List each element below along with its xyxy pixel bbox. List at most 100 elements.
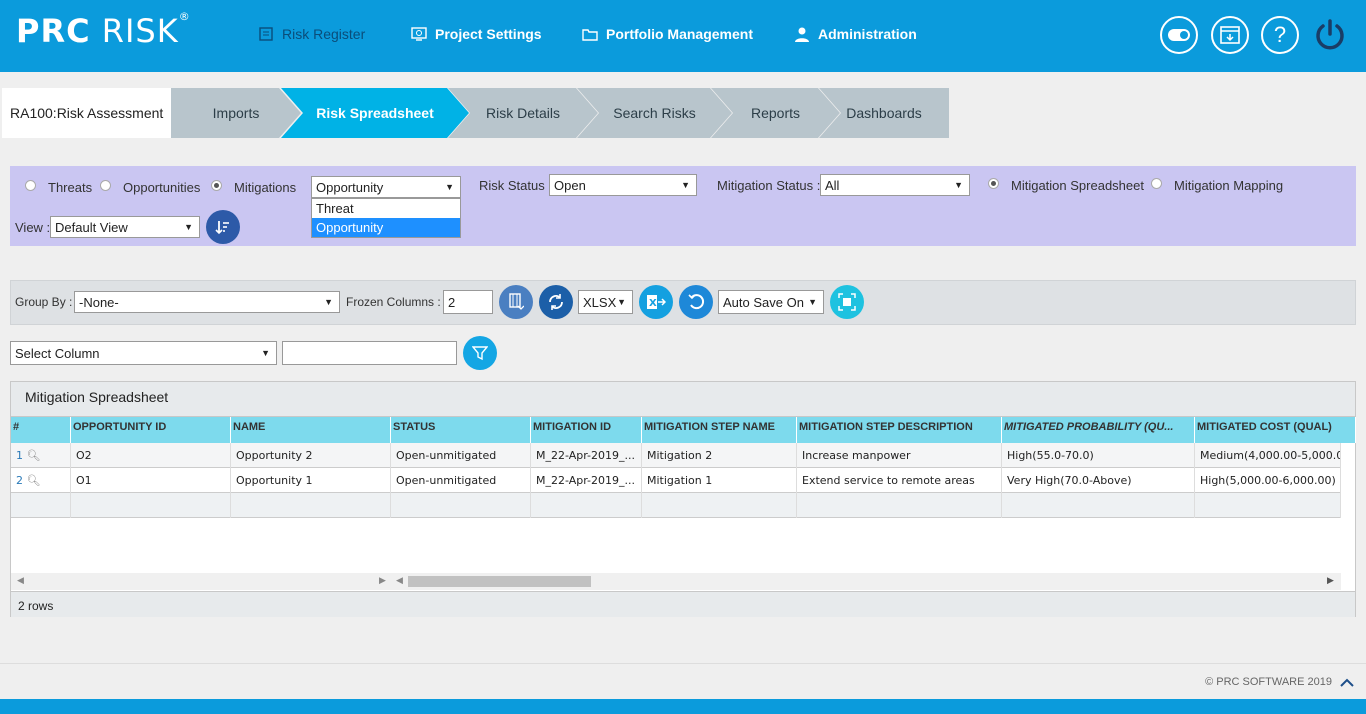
opportunity-id-cell[interactable]: O2 <box>71 443 231 468</box>
nav-project-settings[interactable]: Project Settings <box>411 26 542 42</box>
nav-label: Project Settings <box>435 26 542 42</box>
columns-icon <box>509 293 524 310</box>
mitigated-probability-cell[interactable]: Very High(70.0-Above) <box>1002 468 1195 493</box>
risk-type-select[interactable]: Opportunity ▼ <box>311 176 461 198</box>
scroll-left-icon: ◀ <box>17 575 24 585</box>
radio-mitigation-mapping[interactable] <box>1151 178 1162 189</box>
status-cell[interactable]: Open-unmitigated <box>391 443 531 468</box>
column-header-name[interactable]: NAME <box>231 417 391 443</box>
tab-risk-spreadsheet[interactable]: Risk Spreadsheet <box>281 88 469 138</box>
radio-mitigations[interactable] <box>211 180 222 191</box>
mitigated-probability-cell[interactable]: High(55.0-70.0) <box>1002 443 1195 468</box>
chevron-down-icon: ▼ <box>954 180 963 190</box>
radio-threats[interactable] <box>25 180 36 191</box>
chevron-down-icon: ▼ <box>324 297 333 307</box>
frozen-columns-label: Frozen Columns : <box>346 295 441 309</box>
name-cell[interactable]: Opportunity 1 <box>231 468 391 493</box>
dropdown-option-opportunity[interactable]: Opportunity <box>312 218 460 237</box>
horizontal-scrollbar[interactable]: ◀ ▶ ◀ ▶ <box>11 573 1341 590</box>
chevron-down-icon: ▼ <box>617 297 626 307</box>
table-row[interactable]: 1 🔍︎ O2 Opportunity 2 Open-unmitigated M… <box>11 443 1341 468</box>
dropdown-option-threat[interactable]: Threat <box>312 199 460 218</box>
help-icon[interactable]: ? <box>1261 16 1299 54</box>
filter-icon <box>472 346 488 361</box>
mitigated-cost-cell[interactable]: Medium(4,000.00-5,000.00 <box>1195 443 1341 468</box>
risk-type-dropdown-list: Threat Opportunity <box>311 198 461 238</box>
reset-button[interactable] <box>679 285 713 319</box>
group-by-label: Group By : <box>15 295 73 309</box>
excel-export-icon: X <box>647 295 666 309</box>
column-filter-input[interactable] <box>282 341 457 365</box>
row-number-cell[interactable]: 1 🔍︎ <box>11 443 71 468</box>
column-chooser-button[interactable] <box>499 285 533 319</box>
power-icon[interactable] <box>1311 16 1349 54</box>
mitigation-step-name-cell[interactable]: Mitigation 2 <box>642 443 797 468</box>
export-format-select[interactable]: XLSX ▼ <box>578 290 633 314</box>
status-cell[interactable]: Open-unmitigated <box>391 468 531 493</box>
mitigation-status-select[interactable]: All ▼ <box>820 174 970 196</box>
column-header-mitigation-step-name[interactable]: MITIGATION STEP NAME <box>642 417 797 443</box>
settings-monitor-icon <box>411 27 427 41</box>
svg-text:X: X <box>649 298 657 309</box>
risk-status-select[interactable]: Open ▼ <box>549 174 697 196</box>
grid-title: Mitigation Spreadsheet <box>11 382 1355 417</box>
chevron-down-icon: ▼ <box>808 297 817 307</box>
nav-portfolio-management[interactable]: Portfolio Management <box>582 26 753 42</box>
nav-risk-register[interactable]: Risk Register <box>258 26 365 42</box>
chevron-down-icon: ▼ <box>445 182 454 192</box>
scrollbar-thumb[interactable] <box>408 576 591 587</box>
magnifier-icon: 🔍︎ <box>26 474 41 487</box>
fit-columns-button[interactable] <box>830 285 864 319</box>
apply-filter-button[interactable] <box>463 336 497 370</box>
table-row-empty <box>11 493 1341 518</box>
chevron-down-icon: ▼ <box>184 222 193 232</box>
mitigated-cost-cell[interactable]: High(5,000.00-6,000.00) <box>1195 468 1341 493</box>
column-header-number[interactable]: # <box>11 417 71 443</box>
table-row[interactable]: 2 🔍︎ O1 Opportunity 1 Open-unmitigated M… <box>11 468 1341 493</box>
scroll-to-top-icon[interactable] <box>1340 674 1354 692</box>
scroll-left-icon: ◀ <box>396 575 403 585</box>
column-header-mitigation-id[interactable]: MITIGATION ID <box>531 417 642 443</box>
tab-search-risks[interactable]: Search Risks <box>577 88 732 138</box>
toggle-icon[interactable] <box>1160 16 1198 54</box>
tab-imports[interactable]: Imports <box>171 88 301 138</box>
export-excel-button[interactable]: X <box>639 285 673 319</box>
tab-risk-details[interactable]: Risk Details <box>448 88 598 138</box>
mitigation-id-cell[interactable]: M_22-Apr-2019_... <box>531 468 642 493</box>
radio-opportunities[interactable] <box>100 180 111 191</box>
select-column-dropdown[interactable]: Select Column ▼ <box>10 341 277 365</box>
refresh-icon <box>549 294 563 310</box>
auto-save-select[interactable]: Auto Save On ▼ <box>718 290 824 314</box>
nav-administration[interactable]: Administration <box>794 26 917 42</box>
group-by-select[interactable]: -None- ▼ <box>74 291 340 313</box>
grid-row-count: 2 rows <box>11 591 1355 617</box>
mitigation-step-name-cell[interactable]: Mitigation 1 <box>642 468 797 493</box>
window-icon[interactable] <box>1211 16 1249 54</box>
copyright-text: © PRC SOFTWARE 2019 <box>1205 676 1332 688</box>
sort-view-button[interactable] <box>206 210 240 244</box>
column-header-mitigated-cost[interactable]: MITIGATED COST (QUAL) <box>1195 417 1356 443</box>
mitigation-step-description-cell[interactable]: Extend service to remote areas <box>797 468 1002 493</box>
mitigation-id-cell[interactable]: M_22-Apr-2019_... <box>531 443 642 468</box>
row-number-cell[interactable]: 2 🔍︎ <box>11 468 71 493</box>
column-header-opportunity-id[interactable]: OPPORTUNITY ID <box>71 417 231 443</box>
column-header-mitigated-probability[interactable]: MITIGATED PROBABILITY (QU... <box>1002 417 1195 443</box>
view-label: View : <box>15 220 51 235</box>
column-header-mitigation-step-description[interactable]: MITIGATION STEP DESCRIPTION <box>797 417 1002 443</box>
bottom-bar <box>0 699 1366 714</box>
refresh-button[interactable] <box>539 285 573 319</box>
magnifier-icon: 🔍︎ <box>26 449 41 462</box>
risk-status-label: Risk Status : <box>479 178 552 193</box>
filter-panel: Threats Opportunities Mitigations Opport… <box>10 166 1356 246</box>
column-header-status[interactable]: STATUS <box>391 417 531 443</box>
opportunity-id-cell[interactable]: O1 <box>71 468 231 493</box>
name-cell[interactable]: Opportunity 2 <box>231 443 391 468</box>
frozen-columns-input[interactable]: 2 <box>443 290 493 314</box>
nav-label: Risk Register <box>282 26 366 42</box>
view-select[interactable]: Default View ▼ <box>50 216 200 238</box>
radio-mitigation-spreadsheet[interactable] <box>988 178 999 189</box>
list-icon <box>259 27 273 41</box>
radio-threats-label: Threats <box>48 180 93 195</box>
mitigation-step-description-cell[interactable]: Increase manpower <box>797 443 1002 468</box>
radio-mitigations-label: Mitigations <box>234 180 297 195</box>
